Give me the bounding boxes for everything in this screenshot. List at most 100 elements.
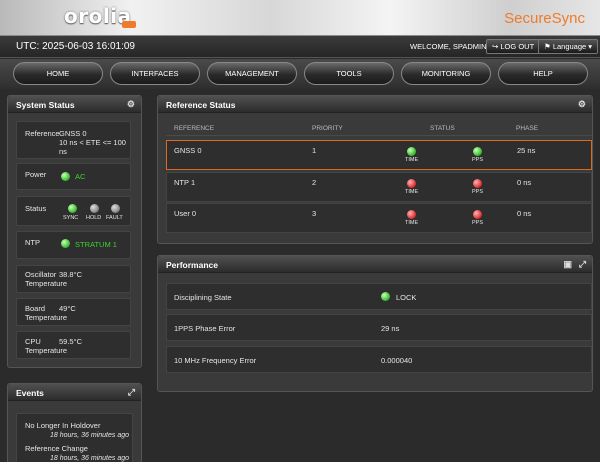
board-temp-cell: Board Temperature 49°C bbox=[16, 298, 131, 326]
pps-led-label: PPS bbox=[472, 157, 484, 163]
priority-value: 3 bbox=[312, 209, 317, 218]
oscillator-temp-cell: Oscillator Temperature 38.8°C bbox=[16, 265, 131, 293]
perf-label: 1PPS Phase Error bbox=[174, 324, 236, 333]
col-reference: REFERENCE bbox=[174, 125, 215, 132]
priority-value: 2 bbox=[312, 178, 317, 187]
board-label: Board bbox=[25, 304, 46, 313]
language-label: Language bbox=[552, 42, 587, 51]
status-label: Status bbox=[25, 204, 47, 213]
chart-icon[interactable]: ▣ bbox=[563, 259, 572, 270]
lock-led-icon bbox=[381, 292, 390, 301]
oscillator-label: Oscillator bbox=[25, 270, 57, 279]
perf-value: 0.000040 bbox=[381, 356, 413, 365]
nav-home[interactable]: HOME bbox=[13, 62, 103, 85]
time-led-icon bbox=[407, 179, 416, 188]
power-status-led-icon bbox=[61, 172, 70, 181]
reference-detail: 10 ns < ETE <= 100 ns bbox=[59, 138, 126, 156]
panel-title: Performance bbox=[166, 260, 218, 270]
nav-monitoring[interactable]: MONITORING bbox=[401, 62, 491, 85]
ntp-value: STRATUM 1 bbox=[75, 240, 117, 249]
ntp-label: NTP bbox=[25, 238, 40, 247]
table-row[interactable]: GNSS 0 1 TIME PPS 25 ns bbox=[166, 140, 592, 170]
ntp-cell: NTP STRATUM 1 bbox=[16, 231, 131, 259]
event-time: 18 hours, 36 minutes ago bbox=[50, 455, 129, 462]
status-bar: UTC: 2025-06-03 16:01:09 WELCOME, SPADMI… bbox=[0, 36, 600, 58]
time-led-label: TIME bbox=[405, 157, 419, 163]
panel-title: Reference Status bbox=[166, 100, 236, 110]
event-text: No Longer In Holdover bbox=[25, 421, 101, 430]
reference-label: Reference bbox=[25, 129, 60, 138]
events-list: No Longer In Holdover 18 hours, 36 minut… bbox=[16, 413, 133, 462]
priority-value: 1 bbox=[312, 146, 317, 155]
phase-value: 0 ns bbox=[517, 209, 532, 218]
flag-icon: ⚑ bbox=[544, 42, 551, 51]
col-phase: PHASE bbox=[516, 125, 539, 132]
gear-icon[interactable]: ⚙ bbox=[127, 99, 135, 110]
perf-value: 29 ns bbox=[381, 324, 400, 333]
board-temp-value: 49°C bbox=[59, 304, 76, 313]
phase-value: 0 ns bbox=[517, 178, 532, 187]
col-priority: PRIORITY bbox=[312, 125, 343, 132]
col-status: STATUS bbox=[430, 125, 455, 132]
performance-row: 1PPS Phase Error 29 ns bbox=[166, 314, 592, 341]
welcome-text: WELCOME, SPADMIN bbox=[410, 42, 487, 51]
pps-led-icon bbox=[473, 147, 482, 156]
perf-value: LOCK bbox=[396, 293, 417, 302]
power-value: AC bbox=[75, 172, 86, 181]
event-time: 18 hours, 36 minutes ago bbox=[50, 432, 129, 439]
event-text: Reference Change bbox=[25, 444, 88, 453]
nav-management[interactable]: MANAGEMENT bbox=[207, 62, 297, 85]
performance-row: 10 MHz Frequency Error 0.000040 bbox=[166, 346, 592, 373]
expand-icon[interactable]: ⤢ bbox=[579, 259, 586, 270]
logout-button[interactable]: ↪ LOG OUT bbox=[486, 39, 541, 54]
reference-name: GNSS 0 bbox=[174, 146, 202, 155]
cpu-temp-value: 59.5°C bbox=[59, 337, 83, 346]
time-led-label: TIME bbox=[405, 189, 419, 195]
performance-row: Disciplining State LOCK bbox=[166, 283, 592, 310]
table-row[interactable]: NTP 1 2 TIME PPS 0 ns bbox=[166, 172, 592, 202]
panel-title: Events bbox=[16, 388, 44, 398]
pps-led-icon bbox=[473, 210, 482, 219]
nav-interfaces[interactable]: INTERFACES bbox=[110, 62, 200, 85]
language-button[interactable]: ⚑ Language ▾ bbox=[538, 39, 599, 54]
reference-name: NTP 1 bbox=[174, 178, 196, 187]
table-row[interactable]: User 0 3 TIME PPS 0 ns bbox=[166, 203, 592, 233]
fault-led-icon bbox=[111, 204, 120, 213]
perf-label: 10 MHz Frequency Error bbox=[174, 356, 257, 365]
system-status-header: System Status ⚙ bbox=[8, 96, 141, 113]
expand-icon[interactable]: ⤢ bbox=[128, 387, 135, 398]
utc-clock: UTC: 2025-06-03 16:01:09 bbox=[16, 41, 135, 52]
cpu-label: CPU bbox=[25, 337, 41, 346]
reference-cell: Reference GNSS 0 10 ns < ETE <= 100 ns bbox=[16, 121, 131, 159]
time-led-label: TIME bbox=[405, 220, 419, 226]
pps-led-label: PPS bbox=[472, 220, 484, 226]
time-led-icon bbox=[407, 210, 416, 219]
time-led-icon bbox=[407, 147, 416, 156]
phase-value: 25 ns bbox=[517, 146, 536, 155]
board-temp-label: Temperature bbox=[25, 313, 68, 322]
pps-led-label: PPS bbox=[472, 189, 484, 195]
ntp-led-icon bbox=[61, 239, 70, 248]
reference-name: User 0 bbox=[174, 209, 197, 218]
performance-header: Performance ▣ ⤢ bbox=[158, 256, 592, 273]
oscillator-temp-label: Temperature bbox=[25, 279, 68, 288]
cpu-temp-label: Temperature bbox=[25, 346, 68, 355]
logout-label: LOG OUT bbox=[500, 42, 535, 51]
hold-led-label: HOLD bbox=[86, 215, 102, 221]
pps-led-icon bbox=[473, 179, 482, 188]
nav-help[interactable]: HELP bbox=[498, 62, 588, 85]
product-name: SecureSync bbox=[504, 10, 585, 27]
cpu-temp-cell: CPU Temperature 59.5°C bbox=[16, 331, 131, 359]
reference-table-header: REFERENCE PRIORITY STATUS PHASE bbox=[166, 122, 592, 136]
gear-icon[interactable]: ⚙ bbox=[578, 99, 586, 110]
reference-status-header: Reference Status ⚙ bbox=[158, 96, 592, 113]
reference-value: GNSS 0 bbox=[59, 129, 87, 138]
logout-icon: ↪ bbox=[492, 42, 499, 51]
main-nav: HOME INTERFACES MANAGEMENT TOOLS MONITOR… bbox=[0, 59, 600, 89]
nav-tools[interactable]: TOOLS bbox=[304, 62, 394, 85]
logo-mark-icon bbox=[122, 21, 136, 28]
chevron-down-icon: ▾ bbox=[588, 42, 593, 51]
sync-led-label: SYNC bbox=[63, 215, 79, 221]
status-cell: Status SYNC HOLD FAULT bbox=[16, 196, 131, 226]
events-header: Events ⤢ bbox=[8, 384, 141, 401]
